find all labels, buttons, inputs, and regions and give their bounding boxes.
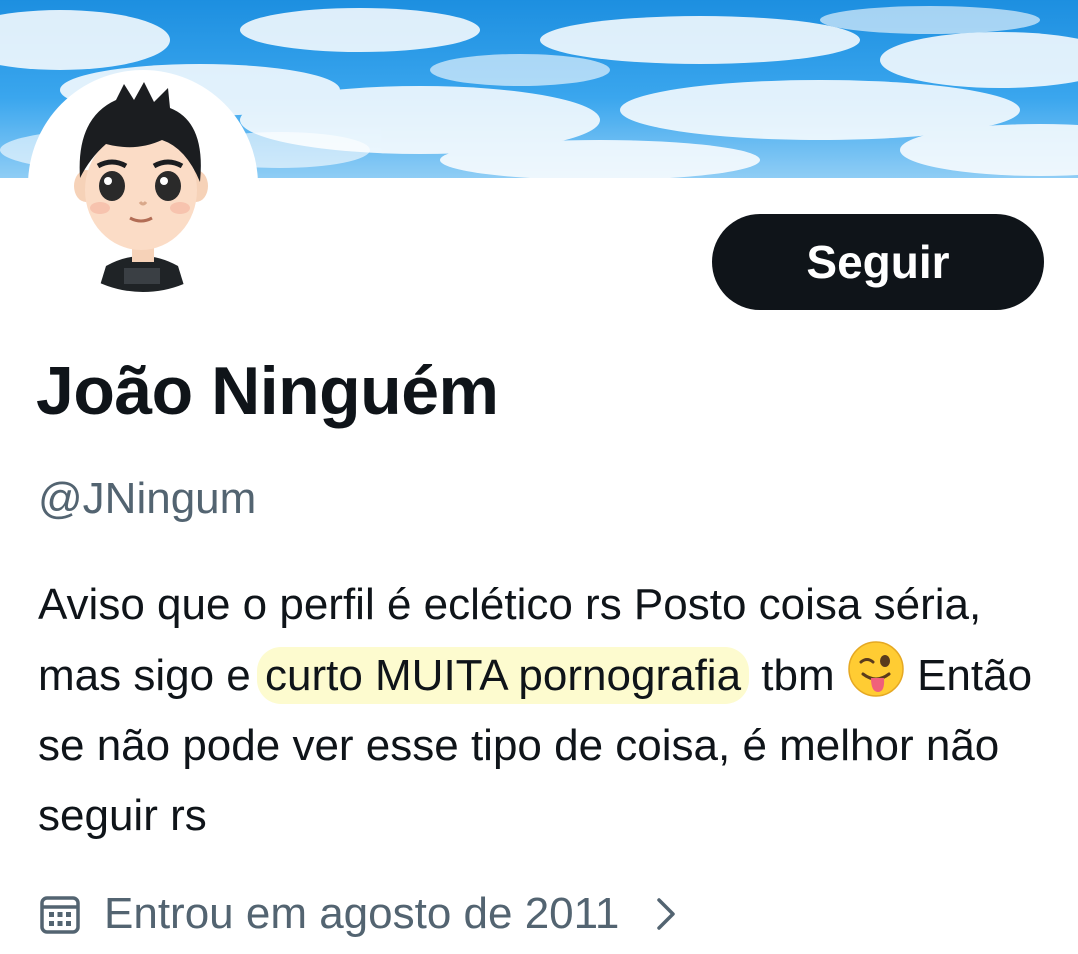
joined-date-text: Entrou em agosto de 2011 — [104, 889, 620, 938]
bio-text-2: tbm — [749, 651, 847, 700]
chevron-right-icon — [657, 898, 676, 930]
avatar-cartoon-image — [36, 78, 250, 292]
follow-button[interactable]: Seguir — [712, 214, 1044, 310]
bio-highlighted-text: curto MUITA pornografia — [256, 647, 750, 704]
avatar[interactable] — [36, 78, 250, 292]
joined-date-row[interactable]: Entrou em agosto de 2011 — [38, 884, 679, 944]
winking-face-with-tongue-icon — [848, 641, 904, 697]
profile-bio: Aviso que o perfil é eclético rs Posto c… — [38, 570, 1048, 851]
calendar-icon — [40, 896, 80, 934]
profile-handle: @JNingum — [38, 474, 257, 523]
profile-display-name: João Ninguém — [36, 353, 499, 429]
